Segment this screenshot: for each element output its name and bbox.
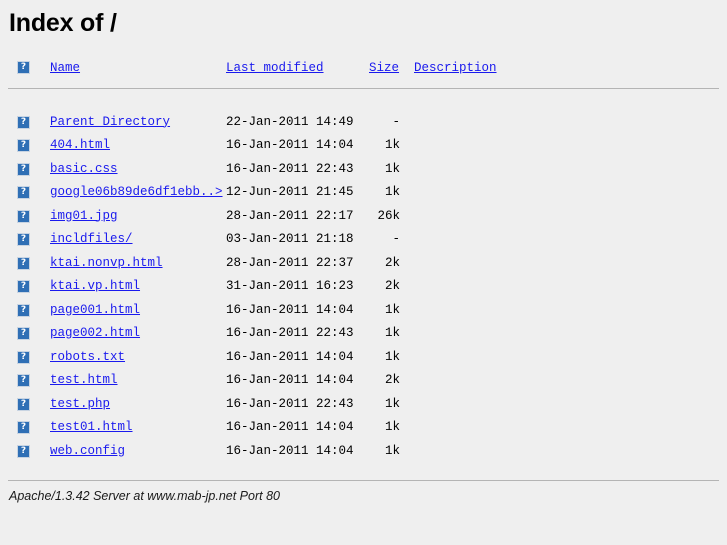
footer-divider [8,480,719,481]
file-size: 2k [384,279,400,293]
broken-image-icon [17,186,30,199]
file-link[interactable]: page001.html [50,302,140,319]
file-size: 1k [384,396,400,411]
file-link[interactable]: test.php [50,396,110,413]
broken-image-icon [17,61,30,74]
file-size: 26k [377,208,400,223]
broken-image-icon [17,350,30,364]
file-size: 2k [384,255,400,270]
table-row: 404.html 16-Jan-2011 14:04 1k [0,137,727,161]
table-row: img01.jpg 28-Jan-2011 22:17 26k [0,208,727,232]
column-header-name[interactable]: Name [50,60,80,77]
file-size: 1k [384,161,400,176]
table-row: Parent Directory 22-Jan-2011 14:49 - [0,114,727,138]
broken-image-icon [17,303,30,317]
file-link[interactable]: robots.txt [50,349,125,366]
broken-image-icon [17,280,30,293]
broken-image-icon [17,139,30,152]
broken-image-icon [17,256,30,270]
file-size: 1k [384,138,400,152]
file-size: 1k [384,443,400,458]
file-link[interactable]: ktai.vp.html [50,278,140,295]
table-row: ktai.vp.html 31-Jan-2011 16:23 2k [0,278,727,302]
broken-image-icon [17,162,30,176]
file-link[interactable]: test01.html [50,419,133,436]
table-row: google06b89de6df1ebb..> 12-Jun-2011 21:4… [0,184,727,208]
broken-image-icon [17,209,30,223]
file-link[interactable]: Parent Directory [50,114,170,131]
file-link[interactable]: google06b89de6df1ebb..> [50,184,223,201]
server-signature: Apache/1.3.42 Server at www.mab-jp.net P… [9,489,280,503]
file-link[interactable]: img01.jpg [50,208,118,225]
file-size: 1k [384,420,400,434]
file-link[interactable]: 404.html [50,137,110,154]
broken-image-icon [17,233,30,246]
broken-image-icon [17,374,30,387]
file-link[interactable]: incldfiles/ [50,231,133,248]
broken-image-icon [17,397,30,411]
file-size: 1k [384,349,400,364]
broken-image-icon [17,115,30,129]
file-size: 2k [384,373,400,387]
table-row: test.php 16-Jan-2011 22:43 1k [0,396,727,420]
file-link[interactable]: page002.html [50,325,140,342]
broken-image-icon [17,421,30,434]
table-row: test01.html 16-Jan-2011 14:04 1k [0,419,727,443]
directory-index-page: Index of / Name Last modified Size Descr… [0,0,727,545]
table-row: test.html 16-Jan-2011 14:04 2k [0,372,727,396]
file-size: - [392,114,400,129]
directory-listing: Name Last modified Size Description Pare… [0,60,727,466]
file-size: 1k [384,326,400,340]
table-row: robots.txt 16-Jan-2011 14:04 1k [0,349,727,373]
table-row: web.config 16-Jan-2011 14:04 1k [0,443,727,467]
header-divider [8,88,719,89]
file-link[interactable]: ktai.nonvp.html [50,255,163,272]
file-size: - [392,232,400,246]
broken-image-icon [17,444,30,458]
page-title: Index of / [9,9,117,37]
column-header-last-modified[interactable]: Last modified [226,60,324,77]
column-header-description[interactable]: Description [414,60,497,77]
table-header-row: Name Last modified Size Description [0,60,727,84]
table-row: page002.html 16-Jan-2011 22:43 1k [0,325,727,349]
file-link[interactable]: test.html [50,372,118,389]
table-row: page001.html 16-Jan-2011 14:04 1k [0,302,727,326]
table-row: incldfiles/ 03-Jan-2011 21:18 - [0,231,727,255]
broken-image-icon [17,327,30,340]
file-size: 1k [384,302,400,317]
file-link[interactable]: basic.css [50,161,118,178]
file-size: 1k [384,185,400,199]
table-row: basic.css 16-Jan-2011 22:43 1k [0,161,727,185]
column-header-size[interactable]: Size [369,60,399,77]
table-row: ktai.nonvp.html 28-Jan-2011 22:37 2k [0,255,727,279]
file-link[interactable]: web.config [50,443,125,460]
